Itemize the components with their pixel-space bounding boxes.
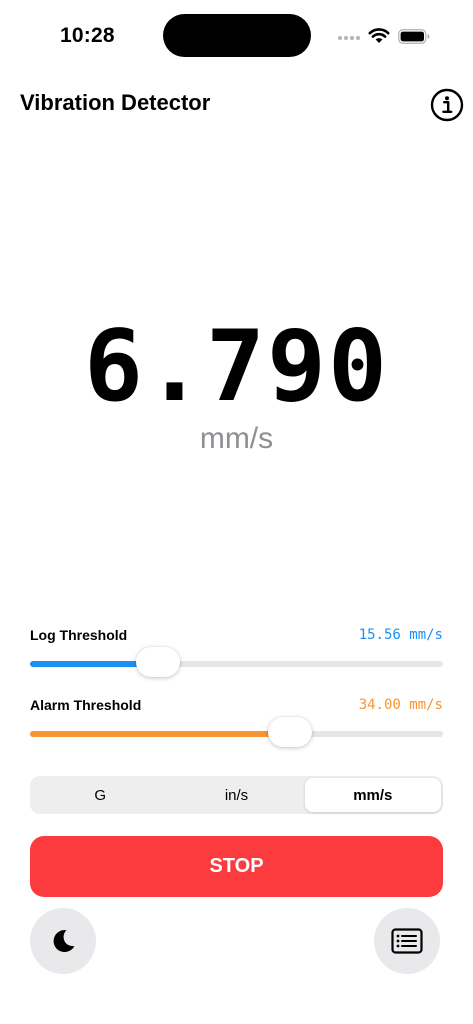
log-list-icon	[391, 928, 423, 954]
moon-icon	[53, 930, 75, 953]
app-screen: 10:28 Vibration Detector 6.790 mm/s Log …	[0, 0, 473, 1024]
reading-value: 6.790	[83, 310, 389, 424]
page-title: Vibration Detector	[20, 90, 211, 115]
dynamic-island	[163, 14, 311, 57]
info-button[interactable]	[430, 88, 464, 122]
alarm-threshold-thumb[interactable]	[268, 717, 313, 747]
log-threshold-slider[interactable]	[30, 647, 443, 677]
battery-icon	[398, 29, 430, 44]
unit-option-g[interactable]: G	[32, 778, 168, 812]
alarm-threshold-value: 34.00 mm/s	[358, 697, 443, 713]
unit-option-mm-s[interactable]: mm/s	[304, 778, 441, 812]
info-circle-icon	[430, 88, 464, 122]
wifi-icon	[368, 28, 390, 43]
stop-button[interactable]: STOP	[30, 836, 443, 897]
reading-unit: mm/s	[199, 422, 274, 455]
log-threshold-thumb[interactable]	[136, 647, 181, 677]
log-list-button[interactable]	[374, 908, 440, 974]
log-threshold-value: 15.56 mm/s	[358, 627, 443, 643]
dark-mode-button[interactable]	[30, 908, 96, 974]
log-threshold-label: Log Threshold	[30, 627, 128, 643]
unit-segmented-control: G in/s mm/s	[30, 776, 443, 814]
unit-option-in-s[interactable]: in/s	[168, 778, 304, 812]
alarm-threshold-fill	[30, 731, 291, 737]
status-time: 10:28	[60, 24, 115, 47]
alarm-threshold-slider[interactable]	[30, 717, 443, 747]
cellular-dots-icon	[338, 36, 362, 40]
alarm-threshold-label: Alarm Threshold	[30, 697, 142, 713]
